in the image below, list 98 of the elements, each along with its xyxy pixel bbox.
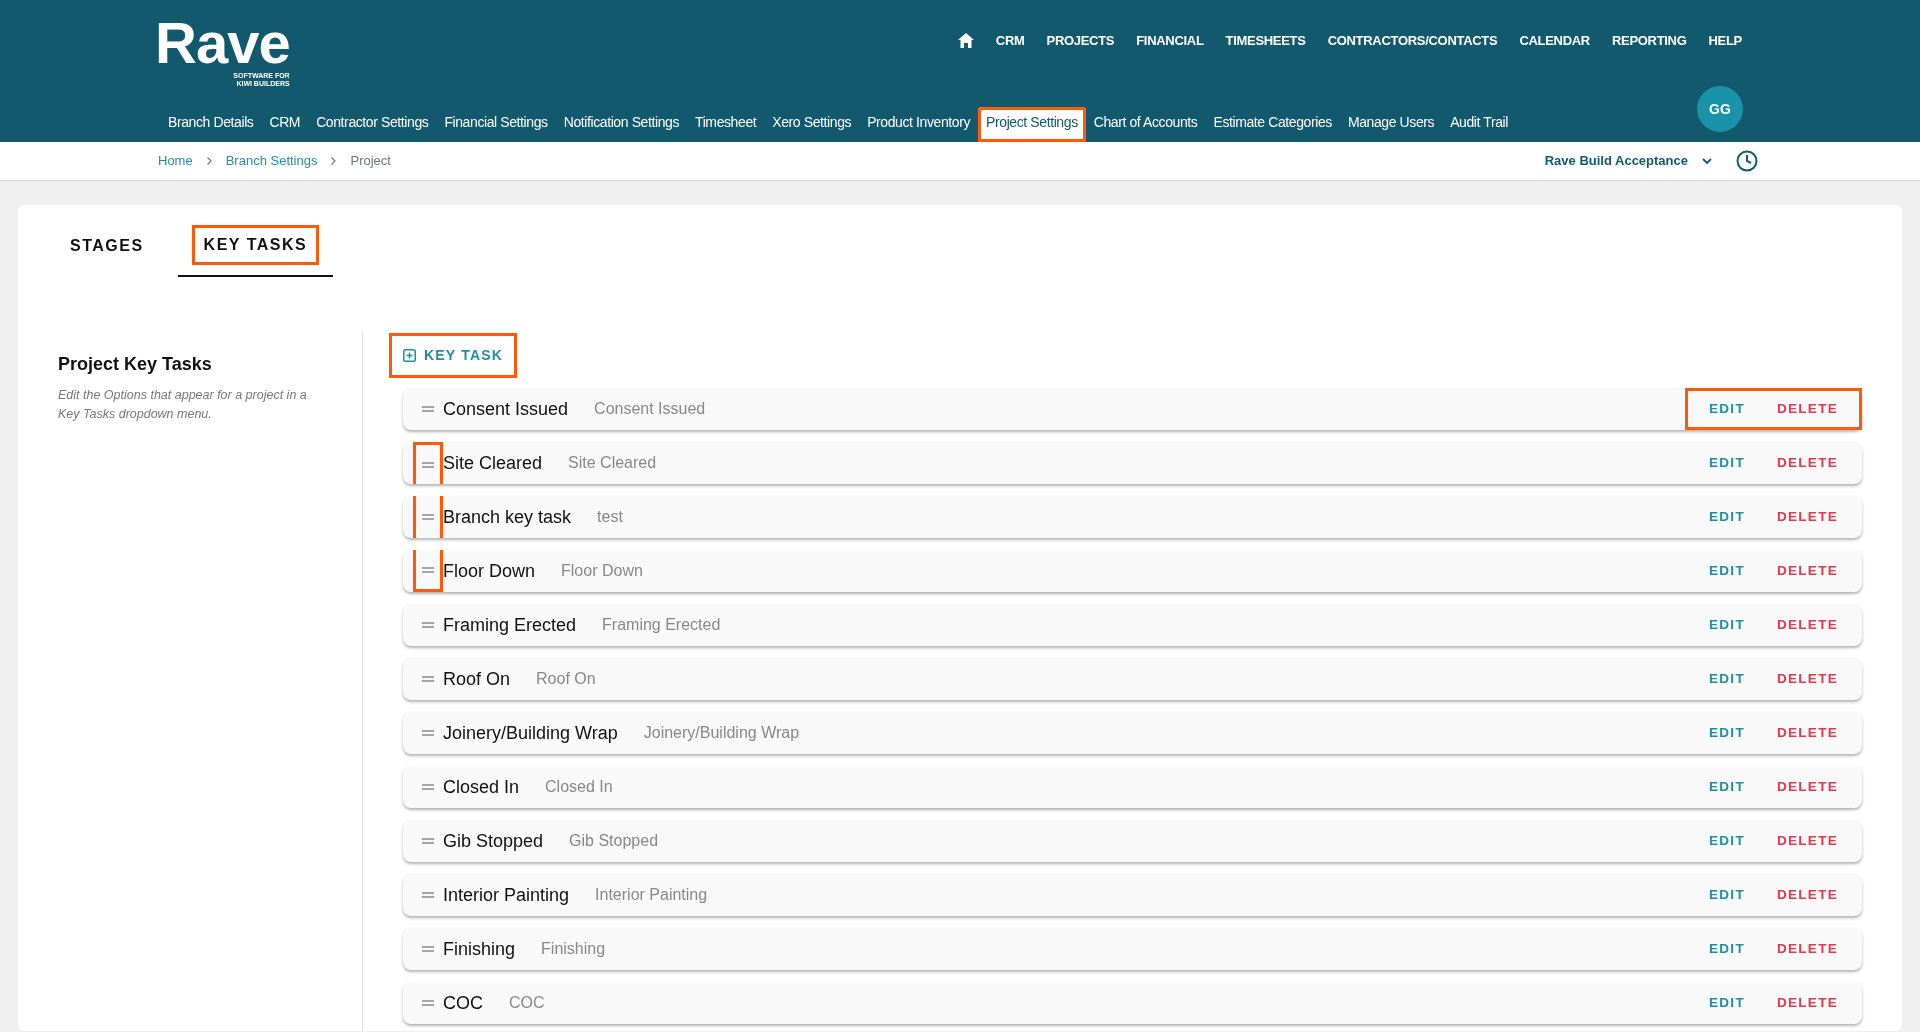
drag-handle-icon[interactable] <box>422 1000 434 1006</box>
chevron-icon <box>206 157 212 165</box>
task-description: COC <box>509 993 546 1013</box>
edit-button[interactable]: EDIT <box>1699 826 1755 856</box>
settings-tab[interactable]: Timesheet <box>687 107 765 142</box>
clock-icon[interactable] <box>1736 150 1758 172</box>
task-description: Gib Stopped <box>569 831 660 851</box>
caret-icon[interactable] <box>1702 157 1712 165</box>
task-name: Closed In <box>443 775 520 799</box>
edit-button[interactable]: EDIT <box>1699 880 1755 910</box>
user-avatar[interactable]: GG <box>1697 86 1743 132</box>
drag-handle-icon[interactable] <box>422 406 434 412</box>
task-name: Finishing <box>443 937 516 961</box>
delete-button[interactable]: DELETE <box>1766 718 1848 748</box>
task-name: Gib Stopped <box>443 829 544 853</box>
edit-button[interactable]: EDIT <box>1699 988 1755 1018</box>
chevron-icon <box>331 157 337 165</box>
settings-tab[interactable]: Chart of Accounts <box>1085 107 1206 142</box>
task-description: Floor Down <box>561 561 644 581</box>
task-description: test <box>597 507 624 527</box>
add-key-task-button[interactable]: KEY TASK <box>389 333 518 378</box>
tab[interactable]: STAGES <box>44 215 170 277</box>
task-name: Floor Down <box>443 559 536 583</box>
drag-handle-icon[interactable] <box>422 461 434 468</box>
drag-handle-icon[interactable] <box>422 566 434 573</box>
task-description: Finishing <box>541 939 607 959</box>
plus-icon <box>403 349 416 362</box>
delete-button[interactable]: DELETE <box>1766 556 1848 586</box>
drag-handle-icon[interactable] <box>422 676 434 682</box>
task-name: Roof On <box>443 667 511 691</box>
settings-tab[interactable]: Manage Users <box>1339 107 1443 142</box>
delete-button[interactable]: DELETE <box>1766 880 1848 910</box>
edit-button[interactable]: EDIT <box>1699 448 1755 478</box>
task-name: Interior Painting <box>443 883 570 907</box>
logo-wordmark[interactable]: Rave <box>155 14 290 72</box>
task-description: Roof On <box>536 669 597 689</box>
edit-button[interactable]: EDIT <box>1699 610 1755 640</box>
delete-button[interactable]: DELETE <box>1766 394 1848 424</box>
drag-handle-icon[interactable] <box>422 622 434 628</box>
breadcrumb-link[interactable]: Home <box>158 151 193 171</box>
settings-tab[interactable]: Audit Trail <box>1442 107 1516 142</box>
task-description: Joinery/Building Wrap <box>643 723 801 743</box>
nav-link-item[interactable]: CONTRACTORS/CONTACTS <box>1327 31 1498 51</box>
drag-handle-icon[interactable] <box>422 730 434 736</box>
settings-tab[interactable]: CRM <box>261 107 309 142</box>
delete-button[interactable]: DELETE <box>1766 664 1848 694</box>
edit-button[interactable]: EDIT <box>1699 556 1755 586</box>
breadcrumb-link[interactable]: Branch Settings <box>225 151 318 171</box>
nav-link-item[interactable]: FINANCIAL <box>1136 31 1204 51</box>
drag-handle-icon[interactable] <box>422 514 434 520</box>
settings-tab[interactable]: Contractor Settings <box>308 107 437 142</box>
delete-button[interactable]: DELETE <box>1766 772 1848 802</box>
task-name: Consent Issued <box>443 397 569 421</box>
task-description: Site Cleared <box>568 453 658 473</box>
settings-tab[interactable]: Estimate Categories <box>1205 107 1340 142</box>
home-icon[interactable] <box>957 33 974 49</box>
edit-button[interactable]: EDIT <box>1699 772 1755 802</box>
delete-button[interactable]: DELETE <box>1766 988 1848 1018</box>
task-name: Joinery/Building Wrap <box>443 721 618 745</box>
delete-button[interactable]: DELETE <box>1766 610 1848 640</box>
settings-tab[interactable]: Branch Details <box>160 107 262 142</box>
nav-link-item[interactable]: REPORTING <box>1611 31 1687 51</box>
task-description: Closed In <box>545 777 614 797</box>
delete-button[interactable]: DELETE <box>1766 448 1848 478</box>
section-description: Edit the Options that appear for a project in a Key Tasks dropdown menu. <box>58 387 308 423</box>
settings-tab[interactable]: Financial Settings <box>436 107 556 142</box>
settings-tab[interactable]: Xero Settings <box>764 107 860 142</box>
delete-button[interactable]: DELETE <box>1766 934 1848 964</box>
nav-link-item[interactable]: TIMESHEETS <box>1225 31 1306 51</box>
settings-tab[interactable]: Project Settings <box>978 107 1086 142</box>
section-title: Project Key Tasks <box>58 353 213 376</box>
nav-link-item[interactable]: CALENDAR <box>1519 31 1590 51</box>
branch-selector[interactable]: Rave Build Acceptance <box>1544 151 1712 171</box>
drag-handle-icon[interactable] <box>422 892 434 898</box>
edit-button[interactable]: EDIT <box>1699 394 1755 424</box>
settings-tab[interactable]: Product Inventory <box>859 107 979 142</box>
edit-button[interactable]: EDIT <box>1699 502 1755 532</box>
edit-button[interactable]: EDIT <box>1699 718 1755 748</box>
nav-link-item[interactable]: PROJECTS <box>1046 31 1115 51</box>
task-name: Framing Erected <box>443 613 577 637</box>
nav-link-item[interactable]: CRM <box>995 31 1025 51</box>
task-name: Branch key task <box>443 505 572 529</box>
drag-handle-icon[interactable] <box>422 784 434 790</box>
drag-handle-icon[interactable] <box>422 946 434 952</box>
tab[interactable]: KEY TASKS <box>177 215 334 277</box>
edit-button[interactable]: EDIT <box>1699 664 1755 694</box>
delete-button[interactable]: DELETE <box>1766 502 1848 532</box>
task-name: Site Cleared <box>443 451 543 475</box>
task-name: COC <box>443 991 483 1015</box>
nav-link-item[interactable]: HELP <box>1708 31 1742 51</box>
task-description: Interior Painting <box>595 885 709 905</box>
delete-button[interactable]: DELETE <box>1766 826 1848 856</box>
edit-button[interactable]: EDIT <box>1699 934 1755 964</box>
breadcrumb-current: Project <box>350 152 391 171</box>
task-description: Framing Erected <box>602 615 722 635</box>
drag-handle-icon[interactable] <box>422 838 434 844</box>
task-description: Consent Issued <box>594 399 707 419</box>
settings-tab[interactable]: Notification Settings <box>555 107 688 142</box>
